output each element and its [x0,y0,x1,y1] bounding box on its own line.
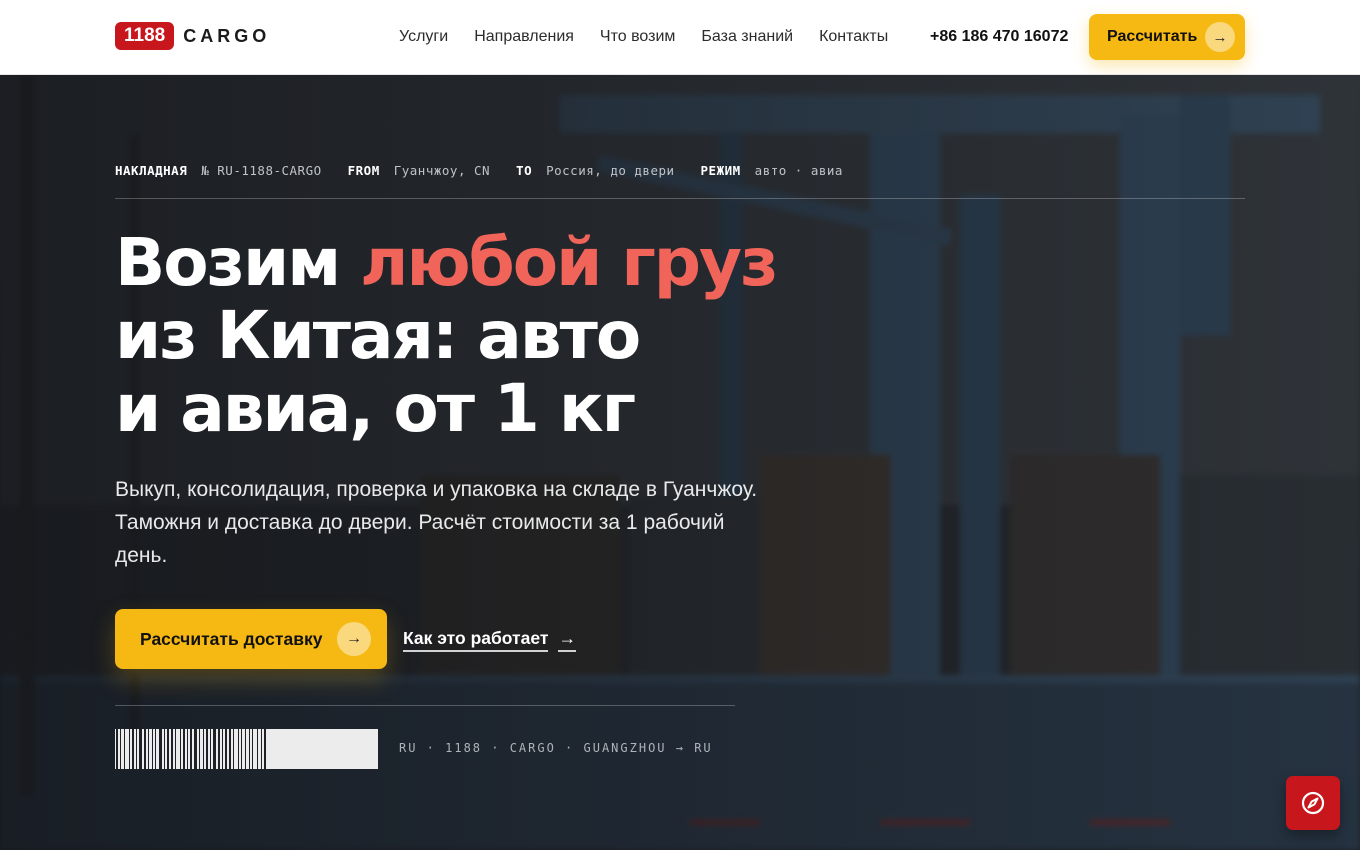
waybill-mode-label: РЕЖИМ [700,163,741,178]
divider [115,198,1245,199]
waybill-label: НАКЛАДНАЯ [115,163,188,178]
nav-link-contacts[interactable]: Контакты [819,26,888,48]
calculate-delivery-button[interactable]: Рассчитать доставку → [115,609,387,669]
headline-accent: любой груз [360,224,778,301]
arrow-right-icon: → [337,622,371,656]
how-it-works-label: Как это работает [403,628,549,652]
nav-link-directions[interactable]: Направления [474,26,574,48]
compass-button[interactable] [1286,776,1340,830]
arrow-right-icon: → [1205,22,1235,52]
logo-text: CARGO [183,25,271,46]
waybill-line: НАКЛАДНАЯ № RU-1188-CARGO FROM Гуанчжоу,… [115,163,869,178]
logo-badge: 1188 [115,22,175,50]
arrow-right-icon: → [558,628,576,652]
route-code: RU · 1188 · CARGO · GUANGZHOU → RU [399,741,713,755]
compass-icon [1301,791,1325,815]
how-it-works-link[interactable]: Как это работает → [403,628,576,652]
logo[interactable]: 1188 CARGO [115,22,270,50]
waybill-mode-value: авто · авиа [754,163,843,178]
calculate-delivery-label: Рассчитать доставку [140,628,323,649]
header-calculate-button[interactable]: Рассчитать → [1089,14,1245,60]
site-header: 1188 CARGO Услуги Направления Что возим … [0,0,1360,75]
headline-part1: Возим [115,224,361,301]
main-nav: Услуги Направления Что возим База знаний… [399,26,914,48]
headline-line3: и авиа, от 1 кг [115,370,636,447]
barcode-icon [115,729,378,769]
headline-line2: из Китая: авто [115,297,641,374]
header-calculate-label: Рассчитать [1107,28,1198,45]
divider [115,705,735,706]
hero-lead: Выкуп, консолидация, проверка и упаковка… [115,478,758,567]
hero-headline: Возим любой груз из Китая: авто и авиа, … [115,224,778,447]
waybill-from-label: FROM [347,163,380,178]
waybill-number: № RU-1188-CARGO [201,163,322,178]
waybill-from-value: Гуанчжоу, CN [393,163,491,178]
phone-link[interactable]: +86 186 470 16072 [930,26,1068,48]
waybill-to-value: Россия, до двери [546,163,675,178]
waybill-to-label: TO [516,163,533,178]
nav-link-knowledge-base[interactable]: База знаний [701,26,793,48]
nav-link-what-we-ship[interactable]: Что возим [600,26,675,48]
nav-link-services[interactable]: Услуги [399,26,448,48]
